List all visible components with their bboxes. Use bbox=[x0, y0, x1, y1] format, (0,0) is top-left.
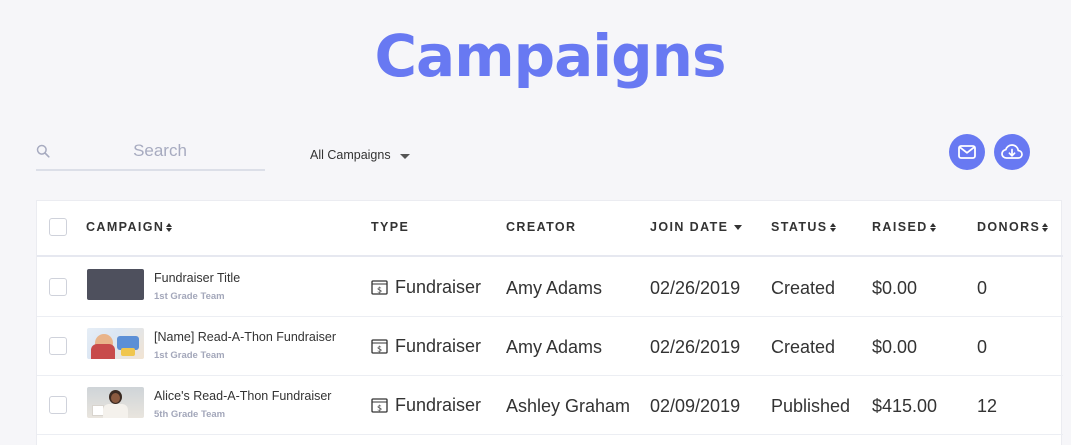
campaign-status: Published bbox=[771, 396, 851, 416]
campaign-donors: 12 bbox=[977, 396, 998, 416]
sort-descending-icon bbox=[734, 224, 743, 230]
money-icon: $ bbox=[371, 398, 388, 413]
campaign-name[interactable]: [Name] Read-A-Thon Fundraiser bbox=[154, 330, 336, 344]
mail-icon bbox=[958, 145, 976, 159]
row-checkbox[interactable] bbox=[49, 396, 67, 414]
campaign-thumbnail bbox=[87, 328, 144, 359]
campaign-creator: Amy Adams bbox=[506, 337, 603, 357]
svg-text:$: $ bbox=[377, 344, 382, 353]
header-join-date[interactable]: Join Date bbox=[650, 220, 743, 234]
campaign-status: Created bbox=[771, 278, 836, 298]
row-checkbox[interactable] bbox=[49, 337, 67, 355]
chevron-down-icon bbox=[399, 153, 410, 159]
table-row[interactable]: Fundraiser Title 1st Grade Team $ Fundra… bbox=[37, 258, 1063, 317]
campaign-team: 1st Grade Team bbox=[154, 350, 225, 361]
header-status[interactable]: Status bbox=[771, 220, 836, 234]
campaign-join-date: 02/26/2019 bbox=[650, 278, 741, 298]
sort-icon bbox=[929, 222, 936, 232]
campaign-type: $ Fundraiser bbox=[371, 277, 481, 298]
table-row[interactable]: Alice's Read-A-Thon Fundraiser 5th Grade… bbox=[37, 376, 1063, 435]
row-checkbox[interactable] bbox=[49, 278, 67, 296]
header-type: Type bbox=[371, 220, 410, 234]
cloud-download-icon bbox=[1001, 144, 1023, 159]
search-input[interactable] bbox=[60, 137, 260, 165]
header-creator: Creator bbox=[506, 220, 577, 234]
campaign-join-date: 02/09/2019 bbox=[650, 396, 741, 416]
table-header-row: Campaign Type Creator Join Date Status R… bbox=[37, 201, 1063, 257]
money-icon: $ bbox=[371, 280, 388, 295]
download-button[interactable] bbox=[994, 134, 1030, 170]
sort-icon bbox=[829, 222, 836, 232]
campaign-team: 1st Grade Team bbox=[154, 291, 225, 302]
campaign-raised: $0.00 bbox=[872, 278, 918, 298]
campaign-type: $ Fundraiser bbox=[371, 336, 481, 357]
page-title: Campaigns bbox=[374, 22, 726, 90]
campaign-creator: Amy Adams bbox=[506, 278, 603, 298]
campaign-filter-dropdown[interactable]: All Campaigns bbox=[310, 148, 410, 162]
sort-icon bbox=[1042, 222, 1049, 232]
campaign-raised: $0.00 bbox=[872, 337, 918, 357]
campaign-thumbnail bbox=[87, 269, 144, 300]
campaign-filter-label: All Campaigns bbox=[310, 148, 391, 162]
table-row[interactable]: [Name] Read-A-Thon Fundraiser 1st Grade … bbox=[37, 317, 1063, 376]
money-icon: $ bbox=[371, 339, 388, 354]
campaigns-page: Campaigns All Campaigns Campaign bbox=[0, 0, 1071, 445]
header-campaign[interactable]: Campaign bbox=[86, 220, 173, 234]
campaigns-table: Campaign Type Creator Join Date Status R… bbox=[36, 200, 1063, 445]
svg-text:$: $ bbox=[377, 403, 382, 412]
campaign-donors: 0 bbox=[977, 278, 988, 298]
campaign-raised: $415.00 bbox=[872, 396, 938, 416]
header-donors[interactable]: Donors bbox=[977, 220, 1049, 234]
campaign-team: 5th Grade Team bbox=[154, 409, 226, 420]
campaign-name[interactable]: Alice's Read-A-Thon Fundraiser bbox=[154, 389, 331, 403]
campaign-creator: Ashley Graham bbox=[506, 396, 631, 416]
campaign-name[interactable]: Fundraiser Title bbox=[154, 271, 240, 285]
campaign-type: $ Fundraiser bbox=[371, 395, 481, 416]
campaign-join-date: 02/26/2019 bbox=[650, 337, 741, 357]
campaign-donors: 0 bbox=[977, 337, 988, 357]
campaign-status: Created bbox=[771, 337, 836, 357]
svg-text:$: $ bbox=[377, 285, 382, 294]
campaign-thumbnail bbox=[87, 387, 144, 418]
email-button[interactable] bbox=[949, 134, 985, 170]
select-all-checkbox[interactable] bbox=[49, 218, 67, 236]
header-raised[interactable]: Raised bbox=[872, 220, 936, 234]
search-bar bbox=[36, 135, 265, 171]
sort-icon bbox=[166, 222, 173, 232]
search-icon bbox=[36, 144, 50, 158]
